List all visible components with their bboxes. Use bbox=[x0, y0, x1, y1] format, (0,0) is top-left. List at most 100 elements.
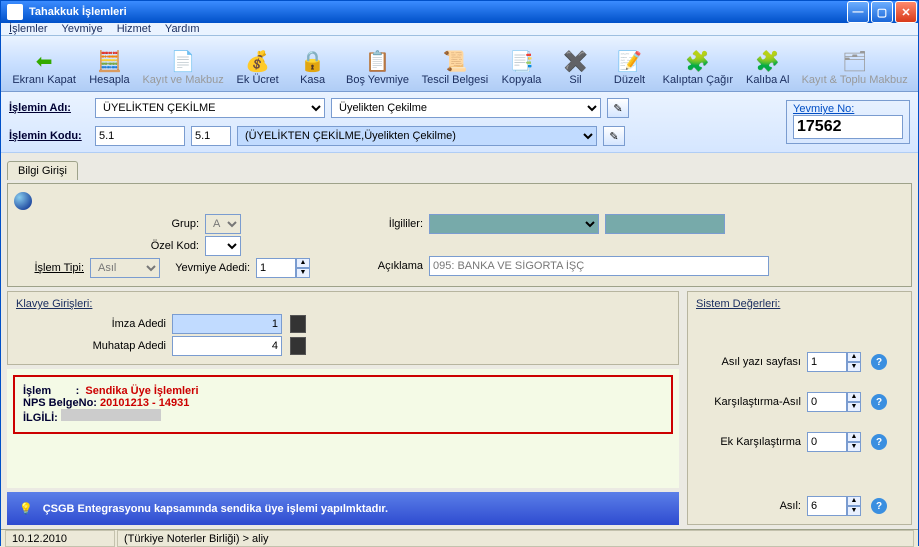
asil-yazi-label: Asıl yazı sayfası bbox=[696, 356, 801, 368]
klavye-legend: Klavye Girişleri: bbox=[16, 298, 670, 310]
tool-tescil-belgesi[interactable]: 📜Tescil Belgesi bbox=[416, 37, 493, 89]
form-row-1: İşlemin Adı: ÜYELİKTEN ÇEKİLME Üyelikten… bbox=[1, 92, 918, 153]
sistem-legend: Sistem Değerleri: bbox=[696, 298, 903, 310]
aciklama-label: Açıklama bbox=[368, 260, 423, 272]
menu-islemler[interactable]: İşlemler bbox=[9, 23, 48, 35]
banner-text: ÇSGB Entegrasyonu kapsamında sendika üye… bbox=[43, 503, 388, 515]
safe-icon: 🔒 bbox=[301, 49, 325, 73]
spin-down-icon[interactable]: ▼ bbox=[847, 402, 861, 412]
muhatap-label: Muhatap Adedi bbox=[16, 340, 166, 352]
ek-kars-input[interactable] bbox=[807, 432, 847, 452]
islemin-kodu-input2[interactable] bbox=[191, 126, 231, 146]
edit-icon: 📝 bbox=[618, 49, 642, 73]
asil-spin[interactable]: ▲▼ bbox=[807, 496, 861, 516]
ilgililer-input[interactable] bbox=[605, 214, 725, 234]
maximize-button[interactable]: ▢ bbox=[871, 1, 893, 23]
status-date: 10.12.2010 bbox=[5, 530, 115, 547]
yevmiye-label: Yevmiye No: bbox=[793, 103, 903, 115]
islemin-adi-sub-select[interactable]: Üyelikten Çekilme bbox=[331, 98, 601, 118]
tab-bilgi-girisi[interactable]: Bilgi Girişi bbox=[7, 161, 78, 180]
aciklama-input[interactable] bbox=[429, 256, 769, 276]
help-icon[interactable]: ? bbox=[871, 354, 887, 370]
tool-ekrani-kapat[interactable]: ⬅Ekranı Kapat bbox=[7, 37, 81, 89]
window-title: Tahakkuk İşlemleri bbox=[29, 6, 127, 18]
toolbar: ⬅Ekranı Kapat 🧮Hesapla 📄Kayıt ve Makbuz … bbox=[1, 36, 918, 92]
islemin-adi-select[interactable]: ÜYELİKTEN ÇEKİLME bbox=[95, 98, 325, 118]
info-islem-v: Sendika Üye İşlemleri bbox=[85, 385, 198, 397]
ilgililer-select[interactable] bbox=[429, 214, 599, 234]
grup-select[interactable]: A bbox=[205, 214, 241, 234]
info-box: İşlem : Sendika Üye İşlemleri NPS BelgeN… bbox=[13, 375, 673, 434]
menubar: İşlemler Yevmiye Hizmet Yardım bbox=[1, 23, 918, 36]
yevmiye-adedi-spin[interactable]: ▲▼ bbox=[256, 258, 310, 278]
blank-doc-icon: 📋 bbox=[365, 49, 389, 73]
help-icon[interactable]: ? bbox=[871, 498, 887, 514]
ozel-kod-label: Özel Kod: bbox=[14, 240, 199, 252]
kars-asil-spin[interactable]: ▲▼ bbox=[807, 392, 861, 412]
spin-up-icon[interactable]: ▲ bbox=[847, 496, 861, 506]
spin-down-icon[interactable]: ▼ bbox=[847, 506, 861, 516]
tool-kayit-makbuz[interactable]: 📄Kayıt ve Makbuz bbox=[138, 37, 229, 89]
spin-up-icon[interactable]: ▲ bbox=[847, 432, 861, 442]
kars-asil-input[interactable] bbox=[807, 392, 847, 412]
receipt-icon: 📄 bbox=[171, 49, 195, 73]
help-icon[interactable]: ? bbox=[871, 434, 887, 450]
spin-down-icon[interactable]: ▼ bbox=[847, 362, 861, 372]
asil-label: Asıl: bbox=[696, 500, 801, 512]
ozel-kod-select[interactable] bbox=[205, 236, 241, 256]
spin-up-icon[interactable]: ▲ bbox=[847, 392, 861, 402]
tool-ek-ucret[interactable]: 💰Ek Ücret bbox=[231, 37, 285, 89]
islemin-kodu-input[interactable] bbox=[95, 126, 185, 146]
edit-kod-button[interactable]: ✎ bbox=[603, 126, 625, 146]
islemin-kodu-desc-select[interactable]: (ÜYELİKTEN ÇEKİLME,Üyelikten Çekilme) bbox=[237, 126, 597, 146]
puzzle-in-icon: 🧩 bbox=[686, 49, 710, 73]
tool-sil[interactable]: ✖️Sil bbox=[550, 37, 602, 89]
asil-yazi-input[interactable] bbox=[807, 352, 847, 372]
tool-duzelt[interactable]: 📝Düzelt bbox=[604, 37, 656, 89]
imza-label: İmza Adedi bbox=[16, 318, 166, 330]
spin-up-icon[interactable]: ▲ bbox=[847, 352, 861, 362]
tool-hesapla[interactable]: 🧮Hesapla bbox=[83, 37, 135, 89]
banner-icon: 💡 bbox=[19, 502, 33, 515]
tool-kasa[interactable]: 🔒Kasa bbox=[287, 37, 339, 89]
multi-doc-icon: 🗂 bbox=[843, 49, 867, 73]
spin-up-icon[interactable]: ▲ bbox=[296, 258, 310, 268]
app-icon bbox=[7, 4, 23, 20]
close-button[interactable]: ✕ bbox=[895, 1, 917, 23]
info-nps-k: NPS BelgeNo: bbox=[23, 397, 97, 409]
islem-tipi-select[interactable]: Asıl bbox=[90, 258, 160, 278]
pencil-icon: ✎ bbox=[613, 102, 622, 115]
klavye-fieldset: Klavye Girişleri: İmza Adedi Muhatap Ade… bbox=[7, 291, 679, 365]
menu-hizmet[interactable]: Hizmet bbox=[117, 23, 151, 35]
info-ilgili-redacted bbox=[61, 409, 161, 421]
muhatap-input[interactable] bbox=[172, 336, 282, 356]
islemin-adi-label: İşlemin Adı: bbox=[9, 102, 89, 114]
minimize-button[interactable]: — bbox=[847, 1, 869, 23]
tool-kaliba-al[interactable]: 🧩Kalıba Al bbox=[740, 37, 795, 89]
edit-islem-button[interactable]: ✎ bbox=[607, 98, 629, 118]
calculator-icon: 🧮 bbox=[97, 49, 121, 73]
spin-down-icon[interactable]: ▼ bbox=[296, 268, 310, 278]
asil-input[interactable] bbox=[807, 496, 847, 516]
help-icon[interactable]: ? bbox=[871, 394, 887, 410]
tool-kaliptan-cagir[interactable]: 🧩Kalıptan Çağır bbox=[658, 37, 739, 89]
islemin-kodu-label: İşlemin Kodu: bbox=[9, 130, 89, 142]
tool-kayit-toplu[interactable]: 🗂Kayıt & Toplu Makbuz bbox=[797, 37, 912, 89]
yevmiye-adedi-input[interactable] bbox=[256, 258, 296, 278]
calc-icon[interactable] bbox=[290, 337, 306, 355]
ek-kars-spin[interactable]: ▲▼ bbox=[807, 432, 861, 452]
tabstrip: Bilgi Girişi bbox=[7, 157, 912, 179]
panel-top: Grup:A Özel Kod: İşlem Tipi: Asıl Yevmiy… bbox=[7, 183, 912, 287]
spin-down-icon[interactable]: ▼ bbox=[847, 442, 861, 452]
calc-icon[interactable] bbox=[290, 315, 306, 333]
sphere-icon bbox=[14, 192, 32, 210]
delete-icon: ✖️ bbox=[564, 49, 588, 73]
menu-yardim[interactable]: Yardım bbox=[165, 23, 200, 35]
yevmiye-input[interactable] bbox=[793, 115, 903, 139]
imza-input[interactable] bbox=[172, 314, 282, 334]
tool-kopyala[interactable]: 📑Kopyala bbox=[496, 37, 548, 89]
asil-yazi-spin[interactable]: ▲▼ bbox=[807, 352, 861, 372]
tool-bos-yevmiye[interactable]: 📋Boş Yevmiye bbox=[341, 37, 415, 89]
menu-yevmiye[interactable]: Yevmiye bbox=[62, 23, 103, 35]
banner: 💡 ÇSGB Entegrasyonu kapsamında sendika ü… bbox=[7, 492, 679, 525]
